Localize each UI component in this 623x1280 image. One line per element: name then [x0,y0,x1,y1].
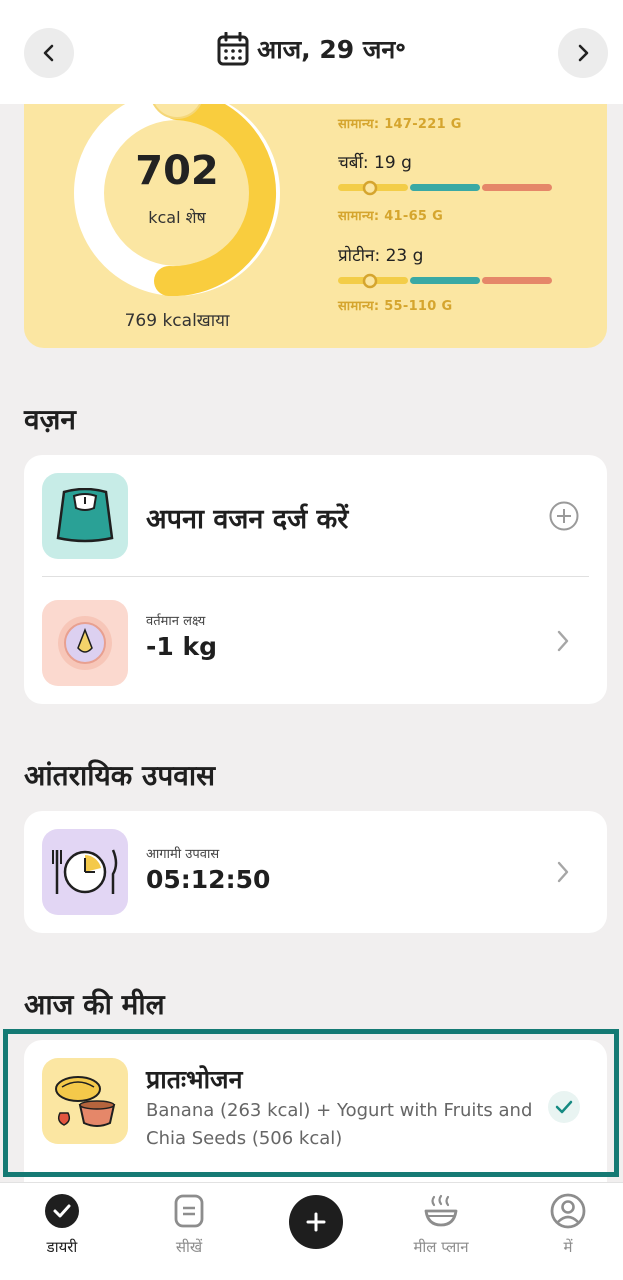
scale-icon [42,473,128,559]
fasting-section-title: आंतरायिक उपवास [24,759,216,792]
calorie-ring [74,98,280,297]
breakfast-icon [42,1058,128,1144]
meal-bowl-icon [424,1194,458,1227]
tab-meal-plan[interactable]: मील प्लान [386,1193,496,1257]
date-selector[interactable]: आज, 29 जन॰ [0,32,623,66]
fat-marker [362,180,378,196]
weight-card: अपना वजन दर्ज करें वर्तमान लक्ष्य -1 kg [24,455,607,704]
chevron-right-icon [557,630,569,652]
breakfast-card[interactable]: प्रातःभोजन Banana (263 kcal) + Yogurt wi… [24,1040,607,1200]
diary-check-icon [45,1194,79,1228]
carbs-normal-range: सामान्य: 147-221 G [338,117,462,132]
protein-normal-range: सामान्य: 55-110 G [338,299,453,314]
tab-meal-plan-label: मील प्लान [413,1238,469,1256]
learn-note-icon [174,1194,204,1228]
meals-section-title: आज की मील [24,988,165,1021]
breakfast-description: Banana (263 kcal) + Yogurt with Fruits a… [146,1100,533,1149]
fat-normal-range: सामान्य: 41-65 G [338,209,444,224]
top-header: आज, 29 जन॰ [0,0,623,104]
profile-icon [550,1193,586,1229]
check-icon[interactable] [548,1091,580,1123]
bottom-navigation: डायरी सीखें मील प्लान में [0,1182,623,1280]
kcal-eaten-label: 769 kcalखाया [124,311,230,331]
current-goal-value: -1 kg [146,632,217,661]
tab-diary[interactable]: डायरी [7,1193,117,1257]
weight-goal-row[interactable]: वर्तमान लक्ष्य -1 kg [24,577,607,704]
fat-label: चर्बी: 19 g [338,153,412,173]
fasting-clock-icon [42,829,128,915]
log-weight-label: अपना वजन दर्ज करें [146,504,349,535]
kcal-remaining-value: 702 [135,148,219,194]
tab-learn-label: सीखें [175,1238,203,1256]
tab-diary-label: डायरी [46,1238,78,1256]
calendar-icon [217,32,249,66]
calorie-summary-card[interactable]: 702 kcal शेष 769 kcalखाया सामान्य: 147-2… [24,98,607,348]
tab-me-label: में [563,1238,573,1256]
fasting-card[interactable]: आगामी उपवास 05:12:50 [24,811,607,933]
protein-label: प्रोटीन: 23 g [338,246,424,266]
next-day-button[interactable] [558,28,608,78]
chevron-right-icon [578,44,589,62]
upcoming-fast-label: आगामी उपवास [146,847,220,862]
tab-me[interactable]: में [513,1193,623,1257]
add-button[interactable] [289,1195,343,1249]
breakfast-title: प्रातःभोजन [146,1065,243,1094]
weight-section-title: वज़न [24,403,76,436]
log-weight-row[interactable]: अपना वजन दर्ज करें [24,455,607,576]
add-circle-icon[interactable] [548,500,580,532]
kcal-remaining-label: kcal शेष [148,208,206,227]
fast-timer-value: 05:12:50 [146,865,271,894]
tab-learn[interactable]: सीखें [134,1193,244,1257]
current-date-label: आज, 29 जन॰ [257,35,406,64]
plus-icon [306,1212,326,1232]
current-goal-label: वर्तमान लक्ष्य [146,614,206,629]
chevron-right-icon [557,861,569,883]
target-icon [42,600,128,686]
protein-marker [362,273,378,289]
